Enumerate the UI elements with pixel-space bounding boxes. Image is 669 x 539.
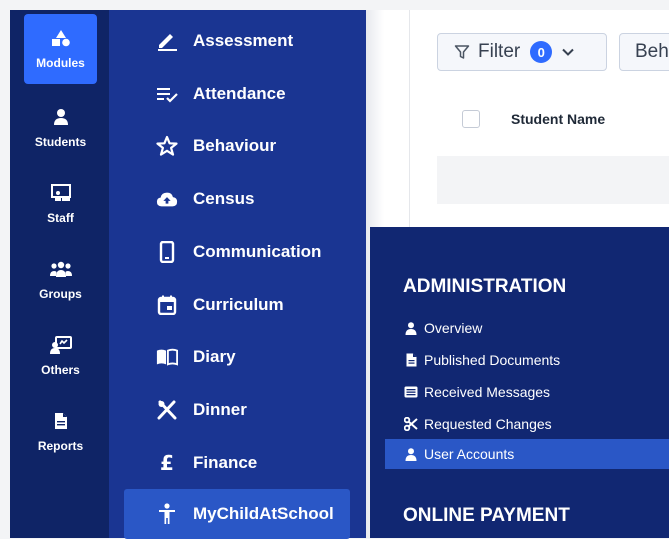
module-item-label: Behaviour	[193, 136, 277, 155]
admin-item-label: User Accounts	[424, 446, 515, 462]
messages-icon	[404, 385, 418, 399]
rail-item-modules[interactable]: Modules	[24, 14, 97, 84]
admin-item-label: Published Documents	[424, 352, 561, 368]
module-item-label: Curriculum	[193, 295, 284, 314]
teacher-board-icon	[50, 183, 72, 207]
rail-item-staff[interactable]: Staff	[24, 169, 97, 239]
rail-item-label: Groups	[39, 286, 82, 301]
admin-item-label: Received Messages	[424, 384, 551, 400]
administration-heading: ADMINISTRATION	[403, 276, 567, 297]
module-item-label: Attendance	[193, 84, 286, 103]
admin-item-label: Overview	[424, 320, 483, 336]
scissors-icon	[404, 417, 418, 431]
rail-item-students[interactable]: Students	[24, 93, 97, 163]
list-check-icon	[156, 83, 178, 105]
utensils-icon	[156, 399, 178, 421]
module-item-dinner[interactable]: Dinner	[124, 386, 350, 434]
module-item-label: Dinner	[193, 400, 247, 419]
calendar-icon	[156, 294, 178, 316]
rail-item-label: Students	[34, 134, 87, 149]
module-item-communication[interactable]: Communication	[124, 228, 350, 276]
table-row	[437, 156, 669, 204]
rail-item-reports[interactable]: Reports	[24, 397, 97, 467]
file-icon	[404, 353, 418, 367]
window-left-edge	[0, 0, 10, 538]
admin-item-label: Requested Changes	[424, 416, 552, 432]
admin-item-overview[interactable]: Overview	[385, 313, 669, 343]
child-icon	[156, 503, 178, 525]
rail-item-others[interactable]: Others	[24, 321, 97, 391]
window-top-edge	[0, 0, 669, 10]
module-item-diary[interactable]: Diary	[124, 333, 350, 381]
filter-label: Filter	[478, 41, 521, 62]
chat-person-icon	[49, 335, 72, 359]
admin-item-user-accounts[interactable]: User Accounts	[385, 439, 669, 469]
module-item-attendance[interactable]: Attendance	[124, 70, 350, 118]
module-item-finance[interactable]: £ Finance	[124, 439, 350, 487]
cloud-upload-icon	[156, 188, 178, 210]
behaviour-filter-button[interactable]: Beh	[619, 33, 669, 71]
star-icon	[156, 135, 178, 157]
rail-item-label: Reports	[37, 438, 84, 453]
module-item-label: Communication	[193, 242, 322, 261]
behaviour-filter-label: Beh	[635, 41, 669, 62]
user-icon	[404, 447, 418, 461]
shapes-icon	[50, 29, 72, 52]
rail-item-groups[interactable]: Groups	[24, 245, 97, 315]
module-item-mychildatschool[interactable]: MyChildAtSchool	[124, 489, 350, 539]
module-item-census[interactable]: Census	[124, 175, 350, 223]
filter-count-badge: 0	[530, 41, 553, 63]
module-item-label: MyChildAtSchool	[193, 504, 334, 523]
module-item-label: Census	[193, 189, 255, 208]
module-item-label: Diary	[193, 347, 236, 366]
module-item-assessment[interactable]: Assessment	[124, 17, 350, 65]
admin-item-requested-changes[interactable]: Requested Changes	[385, 409, 669, 439]
book-open-icon	[156, 346, 178, 368]
module-item-curriculum[interactable]: Curriculum	[124, 281, 350, 329]
person-icon	[52, 108, 70, 131]
mobile-icon	[156, 241, 178, 263]
rail-item-label: Others	[41, 362, 80, 377]
rail-item-label: Modules	[36, 55, 85, 70]
document-icon	[53, 412, 69, 435]
module-item-label: Assessment	[193, 31, 294, 50]
rail-item-label: Staff	[47, 210, 74, 225]
pen-icon	[156, 30, 178, 52]
filter-button[interactable]: Filter 0	[437, 33, 607, 71]
chevron-down-icon	[561, 47, 575, 57]
primary-icon-rail: Modules Students Staff Groups Others Rep…	[10, 10, 109, 538]
pound-icon: £	[160, 451, 174, 475]
user-icon	[404, 321, 418, 335]
admin-item-published-documents[interactable]: Published Documents	[385, 345, 669, 375]
select-all-checkbox[interactable]	[462, 110, 480, 128]
people-group-icon	[49, 260, 73, 283]
module-item-behaviour[interactable]: Behaviour	[124, 122, 350, 170]
module-item-label: Finance	[193, 453, 258, 472]
admin-item-received-messages[interactable]: Received Messages	[385, 377, 669, 407]
column-header-student-name[interactable]: Student Name	[511, 111, 605, 127]
filter-funnel-icon	[454, 44, 470, 60]
modules-menu: Assessment Attendance Behaviour Census C…	[109, 10, 366, 539]
online-payment-heading: ONLINE PAYMENT	[403, 505, 570, 526]
